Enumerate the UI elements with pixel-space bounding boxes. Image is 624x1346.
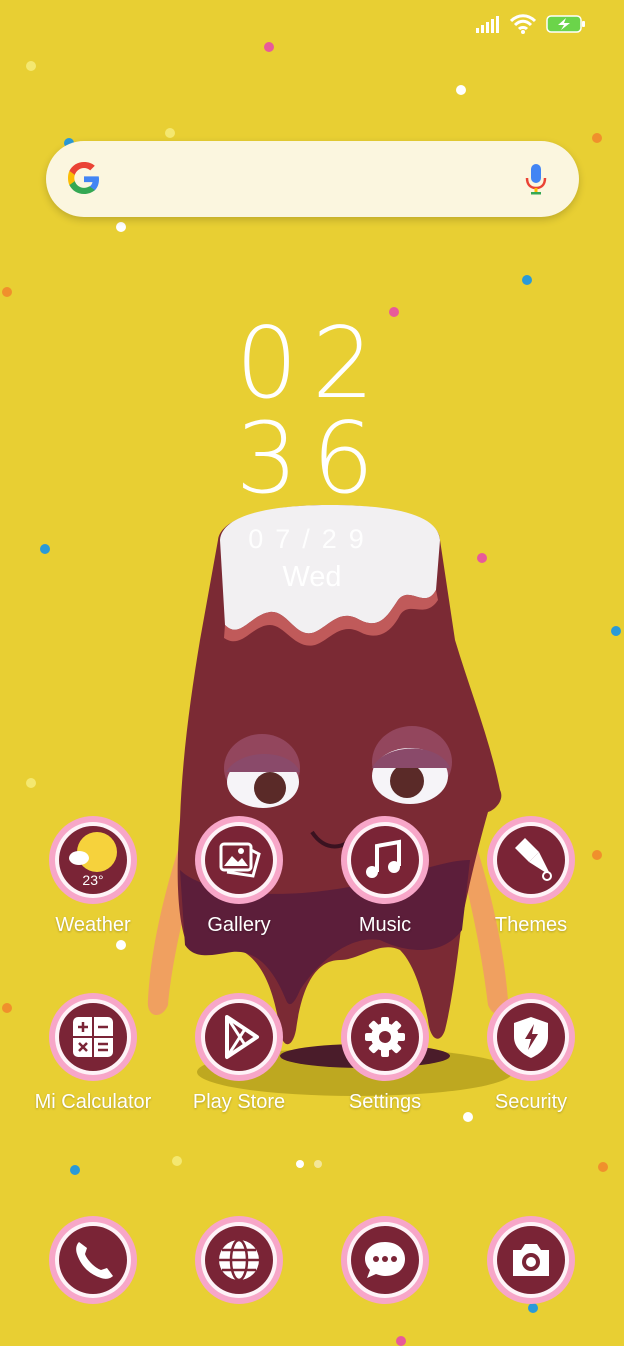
camera-icon [485, 1214, 577, 1306]
app-mi-calculator[interactable]: Mi Calculator [20, 991, 166, 1114]
globe-icon [193, 1214, 285, 1306]
clock-minute[interactable]: 36 [0, 410, 624, 508]
weather-temp: 23° [82, 872, 104, 888]
app-weather[interactable]: 23° Weather [20, 814, 166, 937]
dock-camera[interactable] [458, 1214, 604, 1306]
app-label: Play Store [192, 1091, 286, 1113]
shield-bolt-icon [485, 991, 577, 1083]
page-dot[interactable] [314, 1160, 322, 1168]
battery-charging-icon [546, 15, 586, 33]
weather-icon: 23° [47, 814, 139, 906]
signal-icon [476, 15, 500, 33]
phone-icon [47, 1214, 139, 1306]
page-indicator[interactable] [296, 1160, 322, 1168]
app-label: Security [494, 1091, 568, 1113]
clock-date: 07/29 [248, 524, 376, 554]
app-label: Music [358, 914, 412, 936]
app-themes[interactable]: Themes [458, 814, 604, 937]
dock-phone[interactable] [20, 1214, 166, 1306]
gear-icon [339, 991, 431, 1083]
music-note-icon [339, 814, 431, 906]
app-label: Gallery [207, 914, 271, 936]
app-security[interactable]: Security [458, 991, 604, 1114]
google-search-bar[interactable] [46, 141, 579, 217]
microphone-icon[interactable] [525, 163, 547, 200]
app-label: Mi Calculator [34, 1091, 152, 1113]
app-play-store[interactable]: Play Store [166, 991, 312, 1114]
app-label: Weather [55, 914, 131, 936]
clock-hour[interactable]: 02 [0, 315, 624, 413]
dock-messages[interactable] [312, 1214, 458, 1306]
clock-weekday: Wed [282, 561, 342, 593]
dock-browser[interactable] [166, 1214, 312, 1306]
status-bar [476, 14, 586, 34]
wifi-icon [510, 14, 536, 34]
paintbrush-icon [485, 814, 577, 906]
app-label: Settings [348, 1091, 422, 1113]
app-gallery[interactable]: Gallery [166, 814, 312, 937]
app-label: Themes [494, 914, 568, 936]
app-music[interactable]: Music [312, 814, 458, 937]
app-settings[interactable]: Settings [312, 991, 458, 1114]
gallery-icon [193, 814, 285, 906]
play-store-icon [193, 991, 285, 1083]
google-g-icon [66, 161, 102, 202]
messages-icon [339, 1214, 431, 1306]
calculator-icon [47, 991, 139, 1083]
page-dot-active[interactable] [296, 1160, 304, 1168]
